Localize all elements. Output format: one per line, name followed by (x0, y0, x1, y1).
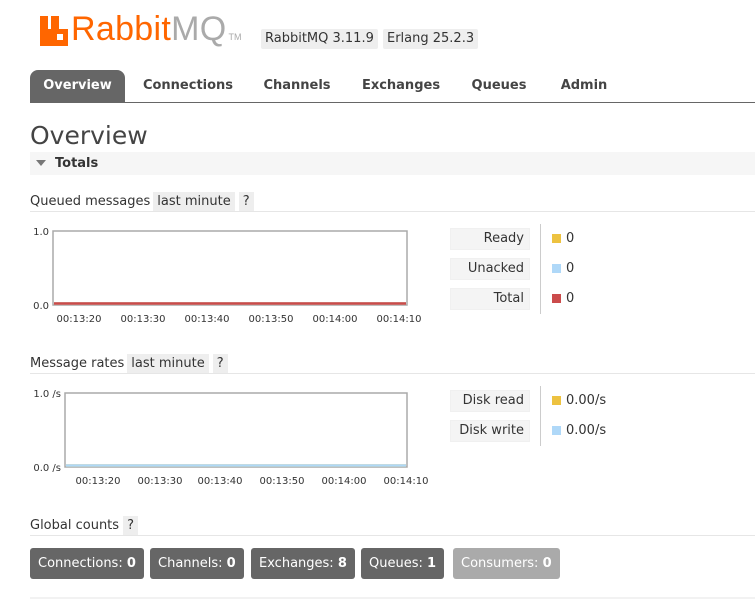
rabbitmq-logo-icon (40, 16, 68, 46)
logo-text: RabbitMQ (71, 12, 226, 46)
erlang-version-badge: Erlang 25.2.3 (383, 29, 479, 49)
divider (30, 211, 755, 212)
queued-messages-header: Queued messages last minute? (30, 192, 254, 212)
x-tick-label: 00:13:20 (76, 476, 121, 487)
global-counts-label: Global counts (30, 518, 120, 533)
queued-range-selector[interactable]: last minute (153, 192, 235, 212)
x-tick-label: 00:14:00 (313, 314, 358, 325)
legend-label-unacked: Unacked (450, 258, 530, 280)
global-counts-help-button[interactable]: ? (123, 516, 138, 536)
x-tick-label: 00:13:20 (57, 314, 102, 325)
rabbitmq-version-badge: RabbitMQ 3.11.9 (261, 29, 378, 49)
legend-label-disk-read: Disk read (450, 390, 530, 412)
chart-plot-area (64, 392, 408, 468)
connections-count-value: 0 (126, 556, 136, 571)
tab-channels[interactable]: Channels (258, 70, 336, 102)
exchanges-count-button[interactable]: Exchanges: 8 (251, 548, 355, 579)
queued-messages-label: Queued messages (30, 194, 151, 209)
chart-plot-area (52, 230, 408, 306)
divider (30, 597, 755, 599)
queued-messages-chart-svg: 1.0 0.0 00:13:20 00:13:30 00:13:40 00:13:50 00… (33, 227, 422, 325)
logo-text-primary: Rabbit (71, 10, 172, 48)
legend-value-unacked: 0 (566, 261, 575, 276)
tab-connections[interactable]: Connections (136, 70, 240, 102)
legend-divider (540, 224, 541, 314)
legend-swatch-total (552, 294, 561, 303)
legend-value-disk-write: 0.00/s (566, 423, 607, 438)
tab-exchanges[interactable]: Exchanges (356, 70, 446, 102)
x-tick-label: 00:14:10 (384, 476, 429, 487)
collapse-triangle-icon (36, 160, 46, 166)
message-rates-label: Message rates (30, 356, 125, 371)
message-rates-chart-svg: 1.0 /s 0.0 /s 00:13:20 00:13:30 00:13:40 00:1… (33, 389, 429, 487)
totals-section-toggle[interactable]: Totals (30, 152, 755, 175)
legend-label-total: Total (450, 288, 530, 310)
logo-text-secondary: MQ (171, 10, 227, 48)
divider (30, 535, 755, 536)
message-rates-header: Message rates last minute? (30, 354, 228, 374)
rabbitmq-logo[interactable]: RabbitMQ TM (40, 12, 241, 46)
global-counts-header: Global counts? (30, 516, 138, 536)
x-tick-label: 00:13:40 (185, 314, 230, 325)
queues-count-value: 1 (427, 556, 437, 571)
x-tick-label: 00:14:00 (322, 476, 367, 487)
legend-value-disk-read: 0.00/s (566, 393, 607, 408)
x-tick-label: 00:13:30 (121, 314, 166, 325)
consumers-count-value: 0 (542, 556, 552, 571)
legend-divider (540, 386, 541, 446)
divider (30, 373, 755, 374)
exchanges-count-label: Exchanges: (259, 556, 334, 571)
x-tick-label: 00:13:40 (198, 476, 243, 487)
legend-label-disk-write: Disk write (450, 420, 530, 442)
legend-swatch-disk-write (552, 426, 561, 435)
legend-swatch-disk-read (552, 396, 561, 405)
legend-swatch-unacked (552, 264, 561, 273)
x-tick-label: 00:13:50 (260, 476, 305, 487)
channels-count-label: Channels: (158, 556, 223, 571)
channels-count-button[interactable]: Channels: 0 (150, 548, 244, 579)
y-tick-label: 1.0 (33, 227, 49, 238)
rates-help-button[interactable]: ? (212, 354, 228, 374)
consumers-count-button[interactable]: Consumers: 0 (453, 548, 560, 579)
tab-admin[interactable]: Admin (554, 70, 614, 102)
y-tick-label: 0.0 /s (33, 463, 61, 474)
legend-value-total: 0 (566, 291, 575, 306)
page-title: Overview (30, 121, 148, 150)
y-tick-label: 1.0 /s (33, 389, 61, 400)
tab-queues[interactable]: Queues (466, 70, 532, 102)
legend-value-ready: 0 (566, 231, 575, 246)
logo-trademark: TM (228, 32, 242, 42)
rates-range-selector[interactable]: last minute (127, 354, 209, 374)
consumers-count-label: Consumers: (461, 556, 539, 571)
y-tick-label: 0.0 (33, 301, 49, 312)
x-tick-label: 00:13:50 (249, 314, 294, 325)
main-tabs: Overview Connections Channels Exchanges … (30, 70, 755, 103)
x-tick-label: 00:14:10 (377, 314, 422, 325)
connections-count-button[interactable]: Connections: 0 (30, 548, 144, 579)
queued-messages-chart: 1.0 0.0 00:13:20 00:13:30 00:13:40 00:13:50 00… (30, 222, 440, 332)
tab-overview[interactable]: Overview (30, 70, 125, 102)
channels-count-value: 0 (226, 556, 236, 571)
legend-swatch-ready (552, 234, 561, 243)
queues-count-button[interactable]: Queues: 1 (361, 548, 445, 579)
queues-count-label: Queues: (369, 556, 423, 571)
connections-count-label: Connections: (38, 556, 123, 571)
queued-help-button[interactable]: ? (238, 192, 254, 212)
x-tick-label: 00:13:30 (138, 476, 183, 487)
message-rates-chart: 1.0 /s 0.0 /s 00:13:20 00:13:30 00:13:40 00:1… (30, 384, 440, 494)
legend-label-ready: Ready (450, 228, 530, 250)
exchanges-count-value: 8 (337, 556, 347, 571)
totals-section-label: Totals (55, 156, 99, 171)
